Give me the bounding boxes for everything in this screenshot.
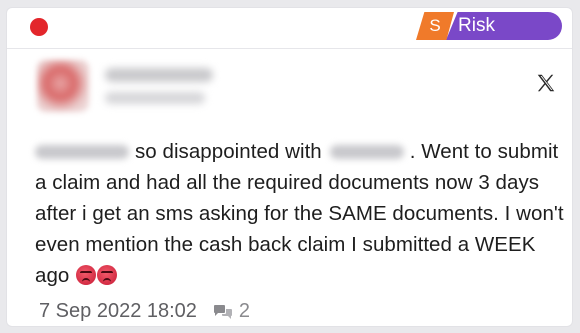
redacted-mention <box>35 145 129 159</box>
avatar[interactable] <box>37 60 89 112</box>
card-header: S Risk <box>7 8 572 48</box>
comment-count: 2 <box>238 299 251 322</box>
post-body: so disappointed with. Went to submit a c… <box>35 136 565 291</box>
post-card[interactable]: S Risk so disappointed with. Went to sub… <box>6 7 573 327</box>
header-divider <box>7 48 572 49</box>
x-logo-icon-graphic <box>537 74 555 92</box>
author-name-redacted <box>105 68 213 82</box>
comments-icon-graphic <box>213 305 232 319</box>
post-text-part-1: so disappointed with <box>135 140 322 163</box>
author-block[interactable] <box>37 60 337 120</box>
comments-icon[interactable] <box>213 303 233 319</box>
x-logo-icon[interactable] <box>535 72 557 94</box>
post-meta: 7 Sep 2022 18:02 2 <box>39 298 250 324</box>
risk-tag[interactable]: S Risk <box>416 12 562 40</box>
risk-tag-label: Risk <box>446 12 562 40</box>
screen: S Risk so disappointed with. Went to sub… <box>0 0 580 333</box>
redacted-mention <box>329 145 404 159</box>
post-date: 7 Sep 2022 18:02 <box>39 299 197 322</box>
author-handle-redacted <box>105 92 205 104</box>
angry-face-icon <box>76 265 97 285</box>
status-indicator <box>30 18 48 36</box>
angry-face-icon <box>97 265 118 285</box>
